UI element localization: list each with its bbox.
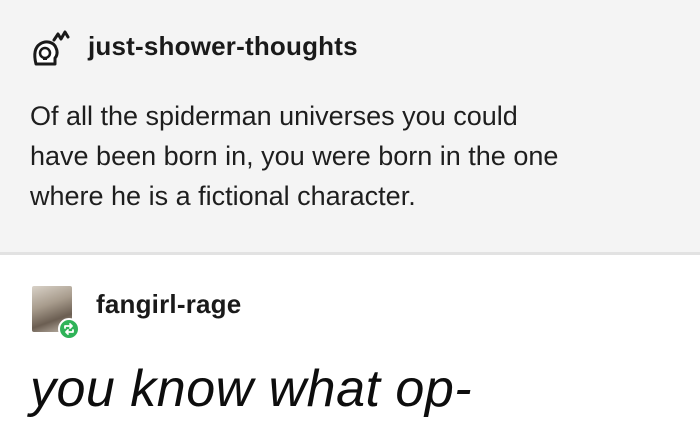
post-header: fangirl-rage xyxy=(30,281,241,341)
original-post: just-shower-thoughts Of all the spiderma… xyxy=(0,0,700,252)
avatar[interactable] xyxy=(30,28,72,68)
reblog-post: fangirl-rage you know what op- xyxy=(0,255,700,442)
avatar[interactable] xyxy=(30,282,82,340)
post-text-line: Of all the spiderman universes you could xyxy=(30,101,518,131)
post-text-line: where he is a fictional character. xyxy=(30,181,416,211)
reblog-icon xyxy=(64,323,74,335)
post-text-line: have been born in, you were born in the … xyxy=(30,141,559,171)
post-header: just-shower-thoughts xyxy=(30,28,358,68)
post-username[interactable]: just-shower-thoughts xyxy=(88,31,358,62)
lightbulb-head-icon xyxy=(33,30,70,66)
post-body: you know what op- xyxy=(30,360,473,418)
post-username[interactable]: fangirl-rage xyxy=(96,289,241,320)
post-body: Of all the spiderman universes you could… xyxy=(30,96,680,216)
reblog-badge xyxy=(58,318,80,340)
